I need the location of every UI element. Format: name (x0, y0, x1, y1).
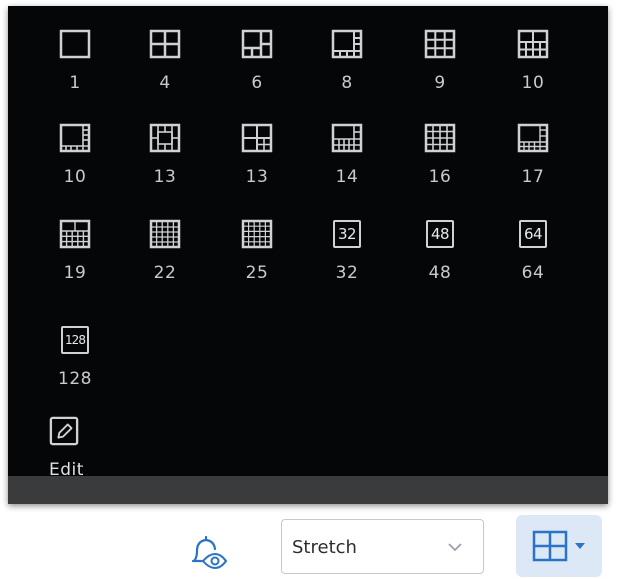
layout-64-icon: 64 (519, 220, 547, 248)
layout-count-label: 32 (335, 263, 359, 283)
layout-count-label: 25 (245, 263, 269, 283)
layout-option-13-alt[interactable]: 13 (217, 120, 297, 200)
layout-option-22[interactable]: 22 (125, 216, 205, 296)
layout-10-alt-icon (59, 123, 91, 153)
layout-19-icon (59, 219, 91, 249)
layout-6-icon (241, 29, 273, 59)
layout-32-icon: 32 (333, 220, 361, 248)
grid-5x5-icon (241, 219, 273, 249)
layout-count-label: 48 (428, 263, 452, 283)
grid-2x2-icon (149, 29, 181, 59)
layout-count-label: 14 (335, 167, 359, 187)
layout-option-10-alt[interactable]: 10 (35, 120, 115, 200)
layout-count-label: 13 (245, 167, 269, 187)
grid-3x3-icon (424, 29, 456, 59)
layout-option-8[interactable]: 8 (307, 26, 387, 106)
layout-count-label: 10 (63, 167, 87, 187)
layout-option-64[interactable]: 64 64 (493, 216, 573, 296)
alarm-bell-eye-icon (191, 535, 228, 570)
layout-option-16[interactable]: 16 (400, 120, 480, 200)
layout-count-label: 22 (153, 263, 177, 283)
layout-count-label: 19 (63, 263, 87, 283)
layout-option-128[interactable]: 128 128 (35, 322, 115, 402)
layout-select-button[interactable] (516, 515, 602, 577)
layout-option-25[interactable]: 25 (217, 216, 297, 296)
stretch-mode-select[interactable]: Stretch (281, 519, 484, 574)
layout-count-label: 64 (521, 263, 545, 283)
layout-128-icon: 128 (61, 326, 89, 354)
layout-option-48[interactable]: 48 48 (400, 216, 480, 296)
edit-layout-button[interactable]: Edit (35, 414, 129, 494)
layout-count-label: 1 (69, 73, 81, 93)
layout-14-icon (331, 123, 363, 153)
layout-option-14[interactable]: 14 (307, 120, 387, 200)
chevron-down-icon (448, 543, 462, 552)
grid-4x4-icon (424, 123, 456, 153)
layout-count-label: 17 (521, 167, 545, 187)
layout-48-icon: 48 (426, 220, 454, 248)
layout-option-10[interactable]: 10 (493, 26, 573, 106)
layout-count-label: 16 (428, 167, 452, 187)
layout-count-label: 10 (521, 73, 545, 93)
alarm-view-button[interactable] (186, 531, 230, 571)
edit-label: Edit (49, 460, 84, 480)
layout-count-label: 8 (341, 73, 353, 93)
layout-option-32[interactable]: 32 32 (307, 216, 387, 296)
layout-option-6[interactable]: 6 (217, 26, 297, 106)
layout-count-label: 128 (58, 369, 92, 389)
layout-10-icon (517, 29, 549, 59)
layout-count-label: 13 (153, 167, 177, 187)
layout-13-alt-icon (241, 123, 273, 153)
caret-down-icon (575, 543, 585, 549)
stretch-select-value: Stretch (292, 537, 357, 558)
layout-option-13[interactable]: 13 (125, 120, 205, 200)
layout-17-icon (517, 123, 549, 153)
layout-22-icon (149, 219, 181, 249)
layout-count-label: 9 (434, 73, 446, 93)
layout-8-icon (331, 29, 363, 59)
grid-2x2-icon (532, 530, 568, 562)
single-view-icon (59, 29, 91, 59)
layout-13-icon (149, 123, 181, 153)
layout-option-4[interactable]: 4 (125, 26, 205, 106)
layout-option-19[interactable]: 19 (35, 216, 115, 296)
layout-option-17[interactable]: 17 (493, 120, 573, 200)
layout-option-1[interactable]: 1 (35, 26, 115, 106)
layout-option-9[interactable]: 9 (400, 26, 480, 106)
layout-count-label: 4 (159, 73, 171, 93)
pencil-icon (49, 416, 79, 446)
layout-count-label: 6 (251, 73, 263, 93)
